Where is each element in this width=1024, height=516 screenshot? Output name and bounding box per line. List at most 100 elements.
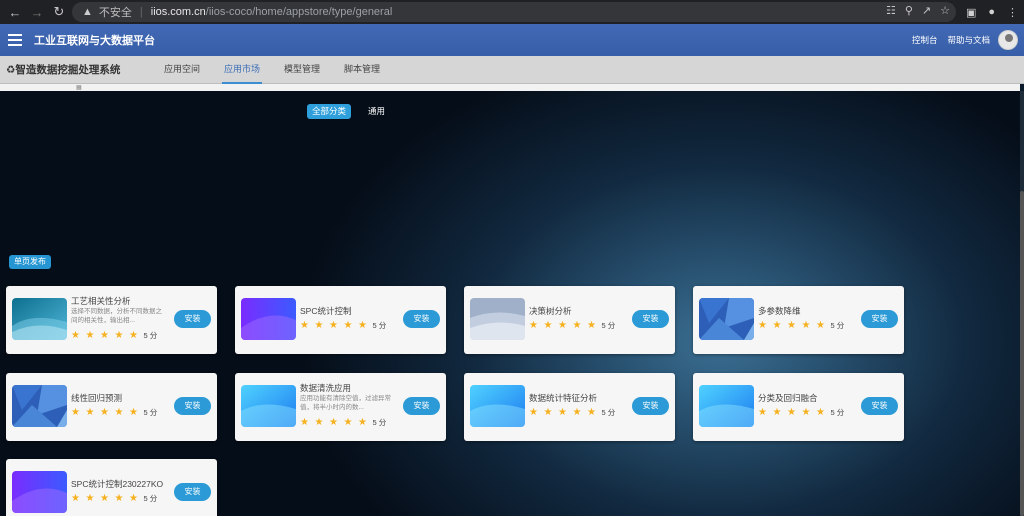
star-rating: ★ ★ ★ ★ ★ 5 分 — [71, 493, 157, 504]
avatar[interactable] — [998, 30, 1018, 50]
star-rating: ★ ★ ★ ★ ★ 5 分 — [300, 320, 386, 331]
app-thumbnail — [470, 385, 525, 427]
recycle-logo-icon: ♻ — [6, 64, 16, 76]
tab-app-market[interactable]: 应用市场 — [212, 56, 272, 84]
app-card[interactable]: SPC统计控制 ★ ★ ★ ★ ★ 5 分 安装 — [235, 286, 446, 354]
install-button[interactable]: 安装 — [403, 397, 440, 415]
app-card[interactable]: 决策树分析 ★ ★ ★ ★ ★ 5 分安装 — [464, 286, 675, 354]
star-icon: ★ — [85, 407, 95, 418]
app-title: SPC统计控制230227KO — [71, 479, 164, 489]
star-icon: ★ — [772, 320, 782, 331]
tab-script-management[interactable]: 脚本管理 — [332, 56, 392, 84]
star-icon: ★ — [529, 320, 538, 331]
filter-all[interactable]: 全部分类 — [307, 104, 352, 119]
star-icon: ★ — [572, 407, 582, 418]
app-thumbnail — [699, 385, 754, 427]
star-icon: ★ — [358, 417, 367, 428]
app-title: 工业互联网与大数据平台 — [34, 35, 155, 47]
security-label: 不安全 — [98, 7, 132, 19]
install-button[interactable]: 安装 — [632, 397, 669, 415]
menu-dots-icon[interactable]: ⋮ — [1007, 6, 1018, 19]
rating-score: 5 分 — [830, 321, 845, 330]
app-thumbnail — [241, 385, 296, 427]
app-title: 数据统计特征分析 — [529, 393, 598, 403]
rating-score: 5 分 — [601, 408, 616, 417]
url-path: /iios-coco/home/appstore/type/general — [205, 6, 393, 18]
star-icon: ★ — [787, 407, 796, 418]
install-button[interactable]: 安装 — [174, 310, 211, 328]
console-link[interactable]: 控制台 — [912, 34, 938, 46]
star-icon: ★ — [100, 493, 109, 504]
install-button[interactable]: 安装 — [632, 310, 669, 328]
star-icon: ★ — [329, 417, 338, 428]
app-thumbnail — [12, 471, 67, 513]
app-title: 多参数降维 — [758, 306, 801, 316]
star-icon: ★ — [572, 320, 582, 331]
star-icon: ★ — [114, 493, 124, 504]
back-icon[interactable]: ← — [4, 0, 26, 24]
star-icon: ★ — [587, 320, 596, 331]
app-card[interactable]: 工艺相关性分析 选择不同数据，分析不同数据之间的相关性，输出相... ★ ★ ★ ★ ★ 5 … — [6, 286, 217, 354]
app-card[interactable]: SPC统计控制230227KO ★ ★ ★ ★ ★ 5 分 安装 — [6, 459, 217, 516]
scrollbar[interactable] — [1020, 91, 1024, 516]
star-icon: ★ — [300, 417, 309, 428]
app-description: 应用功能有清除空值，过滤异常值，将半小时内的数... — [300, 395, 391, 411]
forward-icon[interactable]: → — [26, 0, 48, 24]
filter-general[interactable]: 通用 — [363, 104, 390, 119]
sub-navigation: ♻智造数据挖掘处理系统 应用空间 应用市场 模型管理 脚本管理 — [0, 56, 1024, 84]
tab-app-space[interactable]: 应用空间 — [152, 56, 212, 84]
star-icon: ★ — [543, 320, 553, 331]
star-icon: ★ — [71, 493, 80, 504]
rating-score: 5 分 — [143, 331, 158, 340]
url-host: iios.com.cn — [150, 6, 206, 18]
star-rating: ★ ★ ★ ★ ★ 5 分 — [529, 407, 615, 418]
profile-icon[interactable]: ● — [988, 6, 995, 18]
install-button[interactable]: 安装 — [861, 310, 898, 328]
help-docs-link[interactable]: 帮助与文档 — [947, 34, 990, 46]
app-title: SPC统计控制 — [300, 306, 352, 316]
star-icon: ★ — [300, 320, 309, 331]
install-button[interactable]: 安装 — [403, 310, 440, 328]
rating-score: 5 分 — [143, 408, 158, 417]
star-icon: ★ — [314, 417, 324, 428]
install-button[interactable]: 安装 — [174, 397, 211, 415]
app-card[interactable]: 线性回归预测 ★ ★ ★ ★ ★ 5 分 安装 — [6, 373, 217, 441]
address-bar[interactable]: ▲ 不安全 | iios.com.cn /iios-coco/home/apps… — [72, 2, 956, 22]
translate-icon[interactable]: ☷ — [886, 4, 896, 17]
app-title: 分类及回归融合 — [758, 393, 818, 403]
star-icon: ★ — [129, 330, 138, 341]
tab-model-management[interactable]: 模型管理 — [272, 56, 332, 84]
rating-score: 5 分 — [143, 494, 158, 503]
zoom-icon[interactable]: ⚲ — [905, 4, 913, 17]
star-rating: ★ ★ ★ ★ ★ 5 分 — [529, 320, 615, 331]
app-header: 工业互联网与大数据平台 控制台 帮助与文档 — [0, 24, 1024, 56]
reload-icon[interactable]: ↻ — [48, 0, 70, 24]
app-title: 数据清洗应用 — [300, 383, 352, 393]
rating-score: 5 分 — [601, 321, 616, 330]
rating-score: 5 分 — [372, 321, 387, 330]
star-icon: ★ — [558, 407, 567, 418]
app-description: 选择不同数据，分析不同数据之间的相关性，输出相... — [71, 308, 162, 324]
bookmark-star-icon[interactable]: ☆ — [940, 4, 950, 17]
app-card[interactable]: 多参数降维 ★ ★ ★ ★ ★ 5 分安装 — [693, 286, 904, 354]
share-icon[interactable]: ↗ — [922, 4, 931, 17]
rating-score: 5 分 — [830, 408, 845, 417]
app-card[interactable]: 分类及回归融合 ★ ★ ★ ★ ★ 5 分 安装 — [693, 373, 904, 441]
publish-button[interactable]: 单页发布 — [9, 255, 51, 269]
star-icon: ★ — [758, 407, 767, 418]
app-thumbnail — [470, 298, 525, 340]
app-card[interactable]: 数据统计特征分析 ★ ★ ★ ★ ★ 5 分 安装 — [464, 373, 675, 441]
star-icon: ★ — [543, 407, 553, 418]
app-thumbnail — [241, 298, 296, 340]
app-title: 线性回归预测 — [71, 393, 123, 403]
install-button[interactable]: 安装 — [174, 483, 211, 501]
install-button[interactable]: 安装 — [861, 397, 898, 415]
side-panel-icon[interactable]: ▣ — [966, 6, 976, 19]
star-icon: ★ — [787, 320, 796, 331]
app-title: 工艺相关性分析 — [71, 296, 131, 306]
app-card[interactable]: 数据清洗应用 应用功能有清除空值，过滤异常值，将半小时内的数... ★ ★ ★ ★ ★ 5 分… — [235, 373, 446, 441]
star-icon: ★ — [529, 407, 538, 418]
hamburger-menu-icon[interactable] — [8, 34, 22, 46]
star-icon: ★ — [343, 320, 353, 331]
warning-icon: ▲ — [82, 6, 93, 18]
